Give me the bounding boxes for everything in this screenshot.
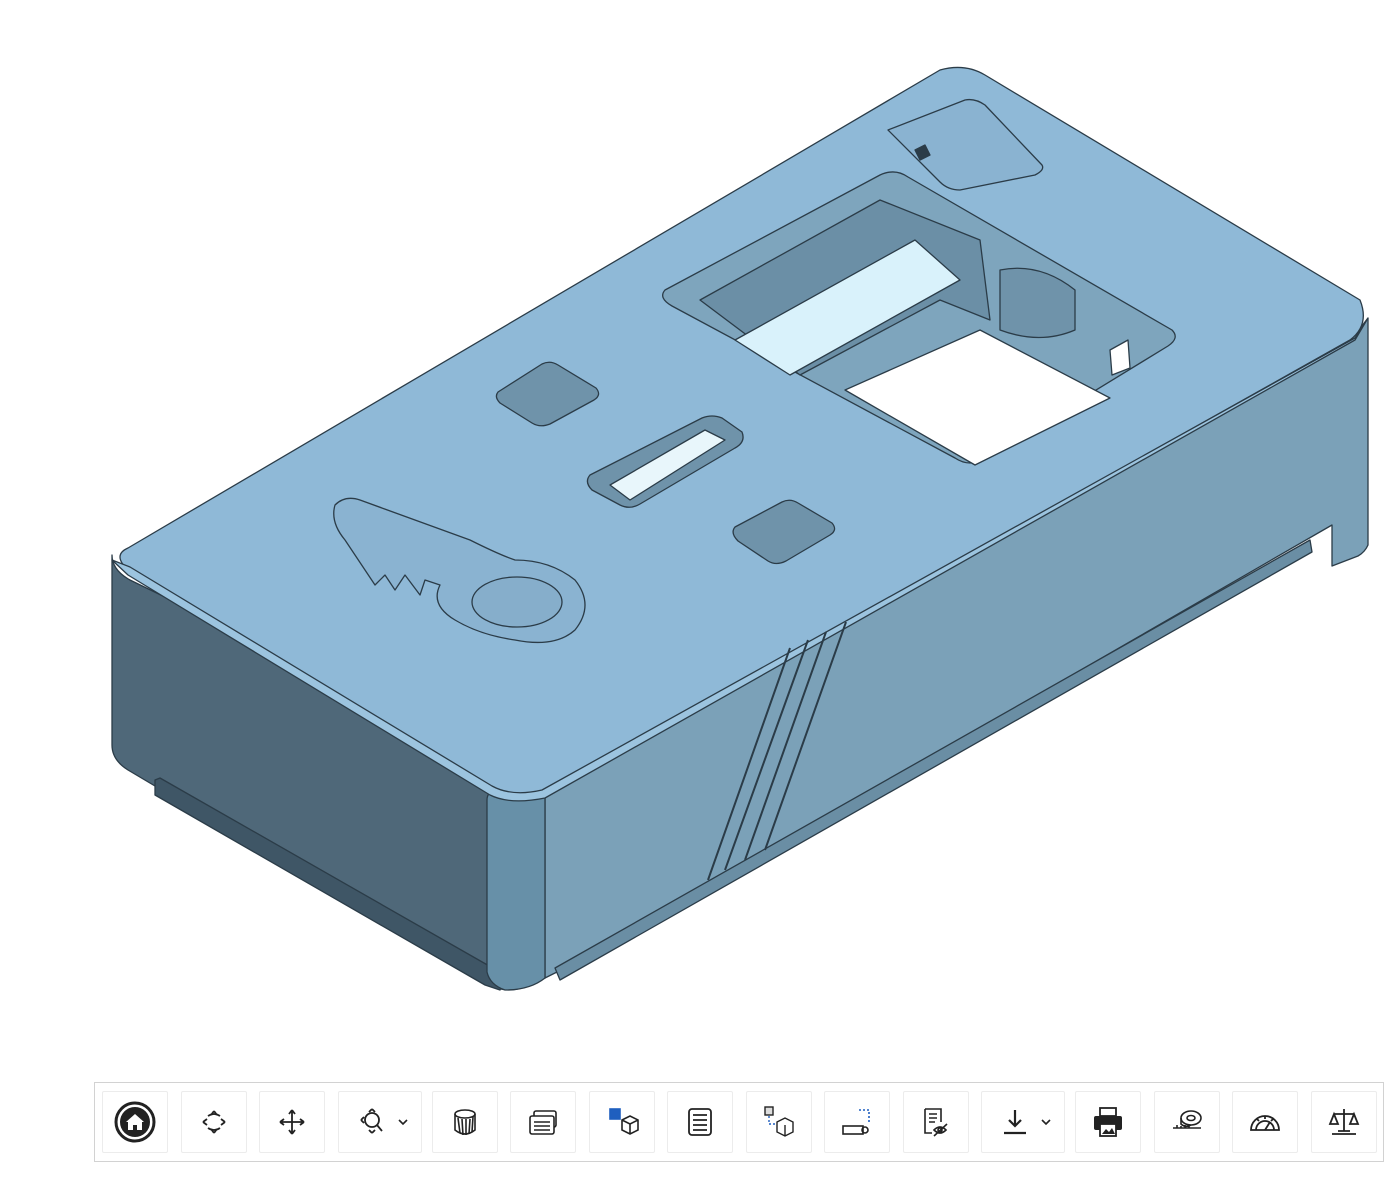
model-corner	[486, 789, 546, 991]
rotate-button[interactable]	[181, 1091, 247, 1153]
download-icon	[1004, 1110, 1026, 1135]
explode-button[interactable]	[746, 1091, 812, 1153]
chevron-down-icon	[1041, 1119, 1051, 1126]
explode-parts-icon	[764, 1106, 794, 1137]
download-button[interactable]	[981, 1091, 1065, 1153]
view-cube-button[interactable]	[589, 1091, 655, 1153]
viewer-toolbar	[94, 1082, 1384, 1162]
dimension-icon	[842, 1109, 870, 1135]
parts-list-button[interactable]	[667, 1091, 733, 1153]
mass-properties-button[interactable]	[1311, 1091, 1377, 1153]
print-button[interactable]	[1075, 1091, 1141, 1153]
layers-button[interactable]	[510, 1091, 576, 1153]
tape-measure-icon	[1173, 1110, 1202, 1129]
chevron-down-icon	[398, 1119, 408, 1126]
enclosure-model	[111, 66, 1369, 991]
model-viewport[interactable]	[0, 0, 1400, 1070]
zoom-button[interactable]	[338, 1091, 422, 1153]
zoom-icon	[360, 1108, 383, 1134]
pan-move-icon	[279, 1109, 305, 1135]
printer-icon	[1094, 1107, 1122, 1137]
grid-cube-icon	[609, 1108, 639, 1135]
section-view-button[interactable]	[432, 1091, 498, 1153]
protractor-icon	[1250, 1115, 1280, 1131]
home-view-button[interactable]	[102, 1091, 168, 1153]
pan-button[interactable]	[259, 1091, 325, 1153]
markup-button[interactable]	[903, 1091, 969, 1153]
section-cylinder-icon	[454, 1109, 476, 1136]
home-icon	[114, 1101, 156, 1143]
tape-measure-button[interactable]	[1154, 1091, 1220, 1153]
scale-balance-icon	[1328, 1109, 1360, 1135]
rotate-arrows-icon	[202, 1110, 226, 1134]
stacked-sheets-icon	[529, 1110, 557, 1135]
list-icon	[688, 1108, 712, 1136]
measure-distance-button[interactable]	[824, 1091, 890, 1153]
protractor-button[interactable]	[1232, 1091, 1298, 1153]
eye-notes-icon	[924, 1108, 948, 1137]
